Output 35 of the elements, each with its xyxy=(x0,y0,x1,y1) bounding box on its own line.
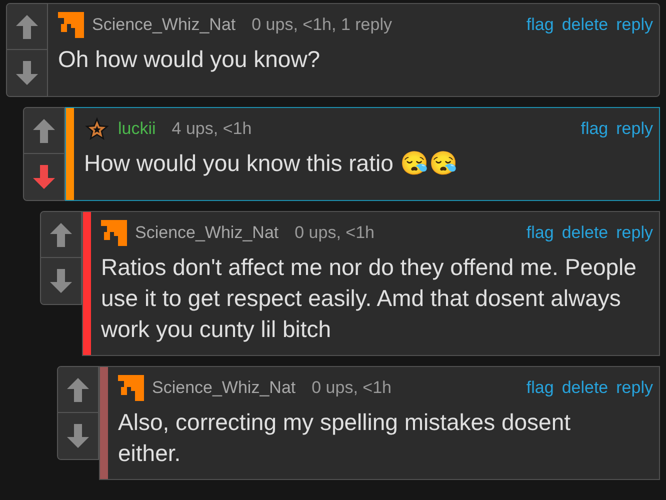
arrow-down-icon xyxy=(66,423,90,449)
arrow-up-icon xyxy=(66,376,90,402)
comment-text: How would you know this ratio 😪😪 xyxy=(84,149,459,178)
action-link[interactable]: delete xyxy=(562,12,608,38)
action-link[interactable]: flag xyxy=(526,375,554,401)
action-link[interactable]: reply xyxy=(616,220,653,246)
upvote-button[interactable] xyxy=(41,212,81,258)
action-link[interactable]: reply xyxy=(616,116,653,142)
action-link[interactable]: reply xyxy=(616,12,653,38)
comment-text: Ratios don't affect me nor do they offend me. People use it to get respect easily. Amd that dosent always work you cunty lil bitch xyxy=(101,253,638,344)
action-link[interactable]: flag xyxy=(580,116,608,142)
comment-meta: 4 ups, <1h xyxy=(172,118,252,140)
arrow-down-icon xyxy=(32,164,56,190)
action-link[interactable]: flag xyxy=(526,220,554,246)
username[interactable]: luckii xyxy=(118,116,156,142)
comment-text: Also, correcting my spelling mistakes dosent either. xyxy=(118,408,572,468)
upvote-button[interactable] xyxy=(58,367,98,413)
comment-meta: 0 ups, <1h xyxy=(312,377,392,400)
arrow-down-icon xyxy=(49,268,73,294)
upvote-button[interactable] xyxy=(7,4,47,50)
comment-text: Oh how would you know? xyxy=(58,45,322,74)
action-link[interactable]: delete xyxy=(562,375,608,401)
comment-meta: 0 ups, <1h xyxy=(294,222,374,244)
username[interactable]: Science_Whiz_Nat xyxy=(152,375,296,401)
username[interactable]: Science_Whiz_Nat xyxy=(135,220,279,246)
comment-meta: 0 ups, <1h, 1 reply xyxy=(252,14,392,36)
arrow-up-icon xyxy=(32,118,56,144)
upvote-button[interactable] xyxy=(24,108,64,154)
action-link[interactable]: delete xyxy=(562,220,608,246)
action-link[interactable]: reply xyxy=(616,375,653,401)
arrow-down-icon xyxy=(15,60,39,86)
action-link[interactable]: flag xyxy=(526,12,554,38)
arrow-up-icon xyxy=(49,222,73,248)
username[interactable]: Science_Whiz_Nat xyxy=(92,12,236,38)
arrow-up-icon xyxy=(15,14,39,40)
